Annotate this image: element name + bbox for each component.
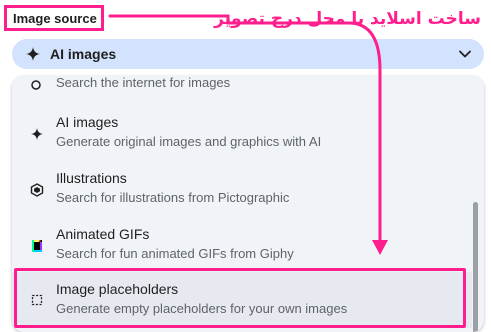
annotation-text: ساخت اسلاید با محل درج تصویر — [214, 9, 481, 29]
menu-item-desc: Generate empty placeholders for your own… — [56, 301, 348, 316]
select-value: AI images — [50, 46, 117, 62]
scrollbar-thumb[interactable] — [473, 202, 478, 332]
menu-item-ai-images[interactable]: AI images Generate original images and g… — [12, 108, 472, 158]
menu-item-illustrations[interactable]: Illustrations Search for illustrations f… — [12, 164, 472, 214]
menu-item-desc: Search the internet for images — [56, 76, 231, 90]
menu-item-title: Animated GIFs — [56, 226, 150, 242]
image-source-label: Image source — [4, 5, 104, 31]
giphy-icon — [32, 240, 42, 252]
menu-item-animated-gifs[interactable]: Animated GIFs Search for fun animated GI… — [12, 220, 472, 270]
menu-item-desc: Search for fun animated GIFs from Giphy — [56, 246, 294, 261]
pictographic-icon — [30, 183, 44, 197]
menu-item-title: AI images — [56, 114, 119, 130]
search-icon — [31, 80, 41, 90]
image-source-select[interactable]: AI images — [12, 39, 484, 69]
menu-item-desc: Search for illustrations from Pictograph… — [56, 190, 290, 205]
image-source-label-text: Image source — [13, 10, 97, 26]
image-source-menu: Search the internet for images AI images… — [12, 76, 484, 332]
menu-item-desc: Generate original images and graphics wi… — [56, 134, 322, 149]
placeholder-icon — [31, 294, 43, 306]
chevron-down-icon[interactable] — [458, 47, 472, 61]
menu-item-title: Illustrations — [56, 170, 127, 186]
menu-item-image-placeholders[interactable]: Image placeholders Generate empty placeh… — [12, 272, 472, 328]
menu-item-title: Image placeholders — [56, 281, 179, 297]
sparkle-icon — [26, 47, 40, 61]
sparkle-icon — [31, 128, 43, 140]
